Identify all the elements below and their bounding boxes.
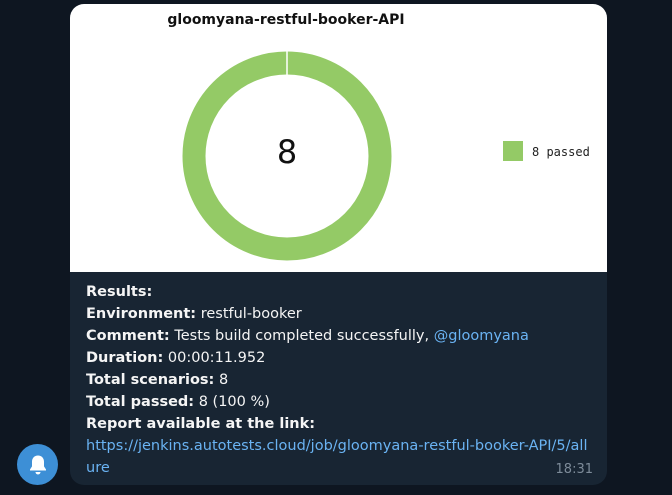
chart-center-label: 8	[277, 133, 297, 171]
results-heading: Results:	[86, 284, 153, 300]
bell-icon	[29, 455, 46, 474]
comment-label: Comment:	[86, 328, 170, 344]
comment-line: Comment: Tests build completed successfu…	[86, 325, 591, 347]
total-scenarios-label: Total scenarios:	[86, 372, 215, 388]
mention-link[interactable]: @gloomyana	[434, 328, 529, 344]
duration-label: Duration:	[86, 350, 164, 366]
notification-button[interactable]	[17, 444, 58, 485]
duration-line: Duration: 00:00:11.952	[86, 347, 591, 369]
total-scenarios-value: 8	[218, 372, 229, 388]
report-chart[interactable]: gloomyana-restful-booker-API 8 8 passed	[70, 4, 607, 272]
environment-line: Environment: restful-booker	[86, 303, 591, 325]
total-passed-value: 8 (100 %)	[198, 394, 270, 410]
report-link[interactable]: https://jenkins.autotests.cloud/job/gloo…	[86, 435, 591, 479]
total-passed-line: Total passed: 8 (100 %)	[86, 391, 591, 413]
duration-value: 00:00:11.952	[167, 350, 266, 366]
comment-value: Tests build completed successfully,	[174, 328, 430, 344]
legend-label-passed: 8 passed	[532, 145, 590, 159]
environment-label: Environment:	[86, 306, 197, 322]
message-text: Results: Environment: restful-booker Com…	[86, 281, 591, 479]
total-passed-label: Total passed:	[86, 394, 195, 410]
message-bubble: gloomyana-restful-booker-API 8 8 passed …	[70, 4, 607, 485]
report-label: Report available at the link:	[86, 416, 316, 432]
total-scenarios-line: Total scenarios: 8	[86, 369, 591, 391]
message-time: 18:31	[555, 462, 593, 477]
legend-swatch-passed	[503, 141, 523, 161]
donut-chart-svg: 8 8 passed	[182, 51, 590, 261]
environment-value: restful-booker	[200, 306, 302, 322]
